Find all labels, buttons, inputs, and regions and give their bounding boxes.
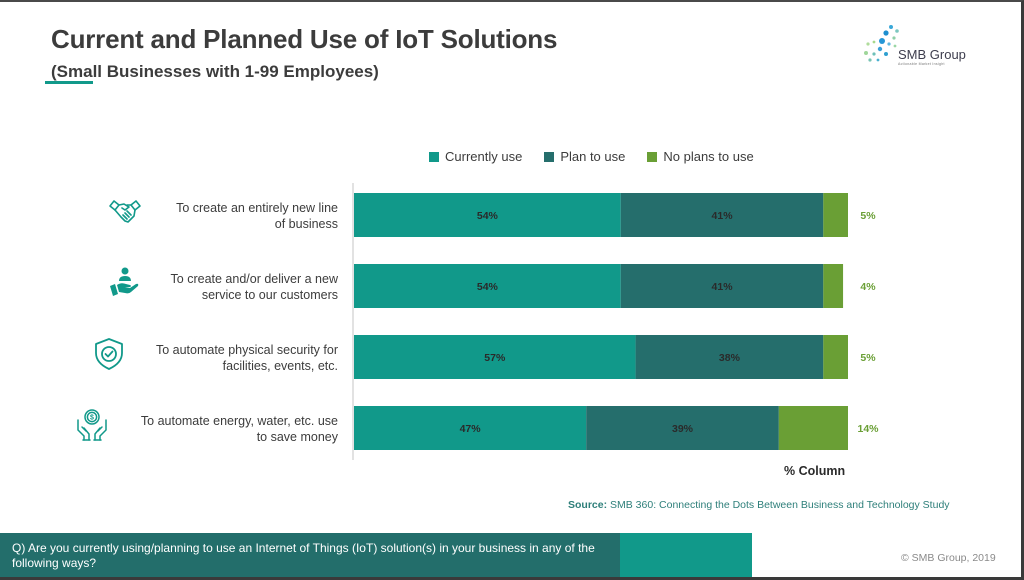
chart-legend: Currently use Plan to use No plans to us… — [429, 149, 754, 164]
question-banner-accent — [620, 533, 752, 577]
hands-money-icon: $ — [77, 409, 107, 441]
dollar-sign: $ — [90, 415, 94, 422]
source-note: Source: SMB 360: Connecting the Dots Bet… — [568, 499, 950, 511]
chart-subtitle: (Small Businesses with 1-99 Employees) — [51, 62, 379, 81]
legend-item-plan-to-use: Plan to use — [544, 149, 625, 164]
legend-swatch — [429, 151, 439, 162]
legend-label: Plan to use — [560, 149, 626, 164]
category-label-line: of business — [274, 217, 338, 231]
category-label-line: To create and/or deliver a new — [170, 272, 338, 286]
legend-item-currently-use: Currently use — [429, 149, 522, 164]
category-label-line: To automate physical security for — [155, 343, 338, 357]
source-text: SMB 360: Connecting the Dots Between Bus… — [607, 499, 950, 511]
legend-label: Currently use — [445, 149, 523, 164]
chart-title: Current and Planned Use of IoT Solutions — [51, 24, 558, 54]
category-label-line: facilities, events, etc. — [222, 359, 338, 373]
source-label: Source: — [568, 499, 608, 511]
logo-name: SMB Group — [898, 47, 966, 62]
category-label-line: To automate energy, water, etc. use — [140, 414, 338, 428]
subtitle-underline — [45, 81, 93, 84]
category-label: To create an entirely new line of busine… — [108, 200, 338, 232]
legend-item-no-plans: No plans to use — [647, 149, 754, 164]
survey-question: Q) Are you currently using/planning to u… — [12, 541, 595, 570]
logo-dots-icon — [864, 25, 899, 62]
category-label: To automate physical security for facili… — [108, 342, 338, 374]
category-label: To automate energy, water, etc. use to s… — [108, 413, 338, 445]
copyright: © SMB Group, 2019 — [901, 552, 996, 564]
smb-group-logo: SMB Group Actionable Market Insight — [862, 22, 992, 70]
hand-service-icon — [110, 267, 139, 296]
legend-swatch — [544, 151, 555, 162]
category-label-line: To create an entirely new line — [176, 201, 338, 215]
legend-swatch — [647, 151, 658, 162]
logo-tagline: Actionable Market Insight — [898, 62, 945, 66]
shield-check-icon — [95, 338, 123, 370]
x-axis-label: % Column — [784, 464, 846, 478]
handshake-icon — [109, 200, 141, 223]
y-axis-line — [352, 183, 354, 460]
category-label: To create and/or deliver a new service t… — [108, 271, 338, 303]
category-label-line: to save money — [256, 430, 338, 444]
category-label-line: service to our customers — [201, 288, 338, 302]
legend-label: No plans to use — [663, 149, 754, 164]
